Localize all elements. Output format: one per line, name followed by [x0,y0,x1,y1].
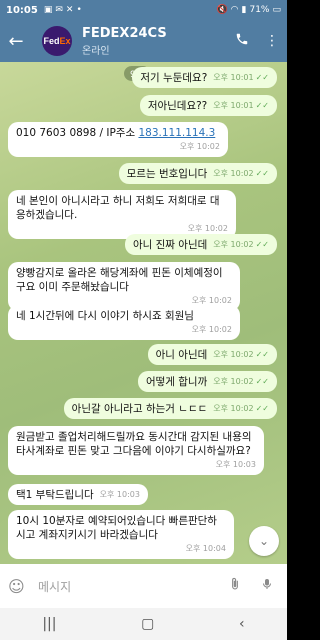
message-bubble-in[interactable]: 네 1시간뒤에 다시 이야기 하시죠 회원님 오후 10:02 [8,305,240,340]
double-check-icon: ✓✓ [255,169,269,178]
message-time: 오후 10:02 ✓✓ [213,350,269,359]
avatar[interactable]: Fed Ex [42,26,72,56]
message-text: 택1 부탁드립니다 [16,489,94,501]
message-bubble-in[interactable]: 택1 부탁드립니다 오후 10:03 [8,484,148,505]
phone-icon[interactable] [227,32,257,50]
message-text: 10시 10분자로 예약되어있습니다 빠른판단하시고 계좌지키시기 바라겠습니다 [16,515,217,541]
mute-icon: 🔇 [216,5,228,15]
signal-icon: ▮ [241,5,247,15]
message-time: 오후 10:03 [99,490,140,499]
message-text: 양빵감지로 올라온 해당계좌에 핀돈 이체예정이구요 이미 주문해놨습니다 [16,267,223,293]
arrow-left-icon[interactable]: ← [0,31,32,52]
message-time: 오후 10:04 [185,544,226,553]
system-nav-bar: ||| ▢ ‹ [0,608,287,640]
message-text: 어떻게 합니까 [145,376,208,388]
paperclip-icon[interactable] [223,576,247,596]
message-time: 오후 10:02 [179,142,220,151]
message-text: 010 7603 0898 / IP주소 183.111.114.3 [16,127,216,139]
message-text: 저기 누둔데요? [140,72,208,84]
message-bubble-out[interactable]: 어떻게 합니까 오후 10:02 ✓✓ [137,371,277,392]
message-text: 아니 진짜 아닌데 [132,239,208,251]
message-text: 저아닌데요?? [147,100,208,112]
ip-link[interactable]: 183.111.114.3 [138,127,215,139]
message-icon: ✉ [55,5,63,15]
microphone-icon[interactable] [255,576,279,596]
chat-header: ← Fed Ex FEDEX24CS 온라인 ⋮ [0,20,287,62]
message-time: 오후 10:02 ✓✓ [213,404,269,413]
chat-title-area[interactable]: FEDEX24CS 온라인 [82,26,227,57]
message-time: 오후 10:03 [215,460,256,469]
chat-title: FEDEX24CS [82,25,167,41]
double-check-icon: ✓✓ [255,240,269,249]
message-time: 오후 10:02 ✓✓ [213,240,269,249]
double-check-icon: ✓✓ [255,73,269,82]
recent-apps-icon[interactable]: ||| [42,616,56,632]
message-bubble-out[interactable]: 아니 진짜 아닌데 오후 10:02 ✓✓ [124,234,277,255]
status-right: 🔇 ◠ ▮ 71% ▭ [216,5,281,15]
message-input-bar: ☺ 메시지 [0,564,287,608]
message-input[interactable]: 메시지 [38,578,223,595]
wifi-icon: ◠ [230,5,239,15]
message-time: 오후 10:02 ✓✓ [213,377,269,386]
double-check-icon: ✓✓ [255,377,269,386]
double-check-icon: ✓✓ [255,404,269,413]
status-time: 10:05 [6,4,38,16]
battery-level: 71% [249,5,270,15]
double-check-icon: ✓✓ [255,101,269,110]
message-bubble-out[interactable]: 모르는 번호입니다 오후 10:02 ✓✓ [118,163,277,184]
message-bubble-out[interactable]: 아닌갈 아니라고 하는거 ㄴㄷㄷ 오후 10:02 ✓✓ [63,398,277,419]
message-bubble-in[interactable]: 네 본인이 아니시라고 하니 저희도 저희대로 대응하겠습니다. 오후 10:0… [8,190,236,239]
message-text: 원금받고 졸업처리해드릴까요 동시간대 감지된 내용의 타사계좌로 핀돈 맞고 … [16,431,252,457]
message-text: 네 본인이 아니시라고 하니 저희도 저희대로 대응하겠습니다. [16,195,220,221]
message-bubble-out[interactable]: 아니 아닌데 오후 10:02 ✓✓ [147,344,277,365]
dot-icon: • [76,5,82,15]
status-bar: 10:05 ▣ ✉ ✕ • 🔇 ◠ ▮ 71% ▭ [0,0,287,20]
message-bubble-in[interactable]: 양빵감지로 올라온 해당계좌에 핀돈 이체예정이구요 이미 주문해놨습니다 오후… [8,262,240,311]
home-icon[interactable]: ▢ [141,616,154,632]
message-time: 오후 10:02 [191,325,232,334]
message-time: 오후 10:01 ✓✓ [213,73,269,82]
battery-icon: ▭ [272,5,281,15]
message-text: 아니 아닌데 [155,349,208,361]
image-icon: ▣ [43,5,53,15]
emoji-icon[interactable]: ☺ [8,577,32,596]
x-icon: ✕ [65,5,74,15]
message-time: 오후 10:02 ✓✓ [213,169,269,178]
double-check-icon: ✓✓ [255,350,269,359]
back-nav-icon[interactable]: ‹ [239,616,245,632]
message-bubble-out[interactable]: 저기 누둔데요? 오후 10:01 ✓✓ [132,67,277,88]
more-vertical-icon[interactable]: ⋮ [257,33,287,49]
message-bubble-in[interactable]: 10시 10분자로 예약되어있습니다 빠른판단하시고 계좌지키시기 바라겠습니다… [8,510,234,559]
avatar-text-fed: Fed [43,36,60,46]
message-text: 아닌갈 아니라고 하는거 ㄴㄷㄷ [71,403,208,415]
message-bubble-in[interactable]: 원금받고 졸업처리해드릴까요 동시간대 감지된 내용의 타사계좌로 핀돈 맞고 … [8,426,264,475]
avatar-text-ex: Ex [59,36,71,46]
notification-icons: ▣ ✉ ✕ • [44,5,82,15]
chat-status: 온라인 [82,45,110,57]
message-bubble-out[interactable]: 저아닌데요?? 오후 10:01 ✓✓ [139,95,277,116]
message-time: 오후 10:01 ✓✓ [213,101,269,110]
message-text: 네 1시간뒤에 다시 이야기 하시죠 회원님 [16,310,194,322]
message-text: 모르는 번호입니다 [126,168,208,180]
message-list[interactable]: 9월 저기 누둔데요?오후 10:01✓✓ 저아닌데요??오후 10:01✓✓ … [0,62,287,564]
chevron-down-icon[interactable]: ⌄ [249,526,279,556]
message-bubble-in[interactable]: 010 7603 0898 / IP주소 183.111.114.3 오후 10… [8,122,228,157]
